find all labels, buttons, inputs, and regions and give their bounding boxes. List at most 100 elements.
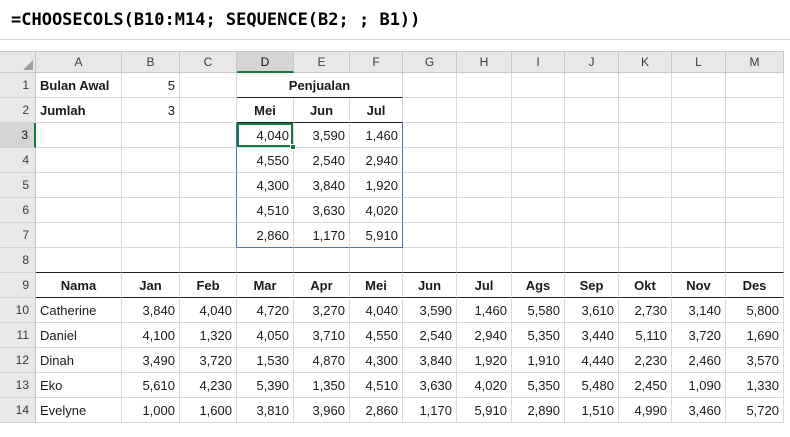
cell-F6[interactable]: 4,020 <box>350 198 403 223</box>
cell-D1[interactable]: Penjualan <box>237 73 403 98</box>
cell-I3[interactable] <box>512 123 565 148</box>
cell-G13[interactable]: 3,630 <box>403 373 457 398</box>
cell-I8[interactable] <box>512 248 565 273</box>
cell-C4[interactable] <box>180 148 237 173</box>
cell-I11[interactable]: 5,350 <box>512 323 565 348</box>
cell-M10[interactable]: 5,800 <box>726 298 784 323</box>
cell-F11[interactable]: 4,550 <box>350 323 403 348</box>
column-header-G[interactable]: G <box>403 51 457 73</box>
cell-M11[interactable]: 1,690 <box>726 323 784 348</box>
cell-K7[interactable] <box>619 223 672 248</box>
cell-F13[interactable]: 4,510 <box>350 373 403 398</box>
cell-D3[interactable]: 4,040 <box>237 123 296 150</box>
cell-B7[interactable] <box>122 223 180 248</box>
cell-L1[interactable] <box>672 73 726 98</box>
cell-A1[interactable]: Bulan Awal <box>36 73 122 98</box>
cell-A4[interactable] <box>36 148 122 173</box>
cell-B6[interactable] <box>122 198 180 223</box>
cell-D5[interactable]: 4,300 <box>237 173 294 198</box>
cell-G6[interactable] <box>403 198 457 223</box>
cell-G12[interactable]: 3,840 <box>403 348 457 373</box>
cell-L4[interactable] <box>672 148 726 173</box>
cell-J12[interactable]: 4,440 <box>565 348 619 373</box>
column-header-L[interactable]: L <box>672 51 726 73</box>
cell-G4[interactable] <box>403 148 457 173</box>
cell-L6[interactable] <box>672 198 726 223</box>
cell-E13[interactable]: 1,350 <box>294 373 350 398</box>
cell-H8[interactable] <box>457 248 512 273</box>
cell-M7[interactable] <box>726 223 784 248</box>
cell-G8[interactable] <box>403 248 457 273</box>
cell-K13[interactable]: 2,450 <box>619 373 672 398</box>
cell-K1[interactable] <box>619 73 672 98</box>
cell-C7[interactable] <box>180 223 237 248</box>
row-header-4[interactable]: 4 <box>0 148 36 173</box>
cell-G14[interactable]: 1,170 <box>403 398 457 423</box>
row-header-7[interactable]: 7 <box>0 223 36 248</box>
cell-L3[interactable] <box>672 123 726 148</box>
cell-J13[interactable]: 5,480 <box>565 373 619 398</box>
cell-M6[interactable] <box>726 198 784 223</box>
cell-E7[interactable]: 1,170 <box>294 223 350 248</box>
cell-L12[interactable]: 2,460 <box>672 348 726 373</box>
cell-M12[interactable]: 3,570 <box>726 348 784 373</box>
cell-H2[interactable] <box>457 98 512 123</box>
cell-L7[interactable] <box>672 223 726 248</box>
cell-E3[interactable]: 3,590 <box>294 123 350 148</box>
cell-B11[interactable]: 4,100 <box>122 323 180 348</box>
cell-I1[interactable] <box>512 73 565 98</box>
cell-I10[interactable]: 5,580 <box>512 298 565 323</box>
cell-J6[interactable] <box>565 198 619 223</box>
cell-J10[interactable]: 3,610 <box>565 298 619 323</box>
cell-E8[interactable] <box>294 248 350 273</box>
cell-J11[interactable]: 3,440 <box>565 323 619 348</box>
cell-H1[interactable] <box>457 73 512 98</box>
cell-C1[interactable] <box>180 73 237 98</box>
cell-H4[interactable] <box>457 148 512 173</box>
cell-A2[interactable]: Jumlah <box>36 98 122 123</box>
cell-E10[interactable]: 3,270 <box>294 298 350 323</box>
cell-J2[interactable] <box>565 98 619 123</box>
row-header-6[interactable]: 6 <box>0 198 36 223</box>
cell-J4[interactable] <box>565 148 619 173</box>
cell-H3[interactable] <box>457 123 512 148</box>
cell-K14[interactable]: 4,990 <box>619 398 672 423</box>
cell-J7[interactable] <box>565 223 619 248</box>
cell-G9[interactable]: Jun <box>403 273 457 298</box>
cell-I6[interactable] <box>512 198 565 223</box>
cell-L13[interactable]: 1,090 <box>672 373 726 398</box>
cell-M8[interactable] <box>726 248 784 273</box>
cell-D11[interactable]: 4,050 <box>237 323 294 348</box>
cell-A13[interactable]: Eko <box>36 373 122 398</box>
cell-C13[interactable]: 4,230 <box>180 373 237 398</box>
cell-K8[interactable] <box>619 248 672 273</box>
column-header-A[interactable]: A <box>36 51 122 73</box>
cell-E14[interactable]: 3,960 <box>294 398 350 423</box>
cell-E4[interactable]: 2,540 <box>294 148 350 173</box>
cell-M13[interactable]: 1,330 <box>726 373 784 398</box>
cell-F12[interactable]: 4,300 <box>350 348 403 373</box>
select-all-corner[interactable] <box>0 51 36 73</box>
cell-H13[interactable]: 4,020 <box>457 373 512 398</box>
cell-L9[interactable]: Nov <box>672 273 726 298</box>
cell-A8[interactable] <box>36 248 122 273</box>
row-header-1[interactable]: 1 <box>0 73 36 98</box>
cell-B14[interactable]: 1,000 <box>122 398 180 423</box>
cell-I12[interactable]: 1,910 <box>512 348 565 373</box>
cell-A6[interactable] <box>36 198 122 223</box>
cell-I7[interactable] <box>512 223 565 248</box>
cell-M1[interactable] <box>726 73 784 98</box>
row-header-14[interactable]: 14 <box>0 398 36 423</box>
cell-F14[interactable]: 2,860 <box>350 398 403 423</box>
cell-C14[interactable]: 1,600 <box>180 398 237 423</box>
cell-L14[interactable]: 3,460 <box>672 398 726 423</box>
cell-C8[interactable] <box>180 248 237 273</box>
cell-B1[interactable]: 5 <box>122 73 180 98</box>
cell-D6[interactable]: 4,510 <box>237 198 294 223</box>
cell-H5[interactable] <box>457 173 512 198</box>
cell-A11[interactable]: Daniel <box>36 323 122 348</box>
cell-B10[interactable]: 3,840 <box>122 298 180 323</box>
cell-D7[interactable]: 2,860 <box>237 223 294 248</box>
cell-M4[interactable] <box>726 148 784 173</box>
cell-F10[interactable]: 4,040 <box>350 298 403 323</box>
